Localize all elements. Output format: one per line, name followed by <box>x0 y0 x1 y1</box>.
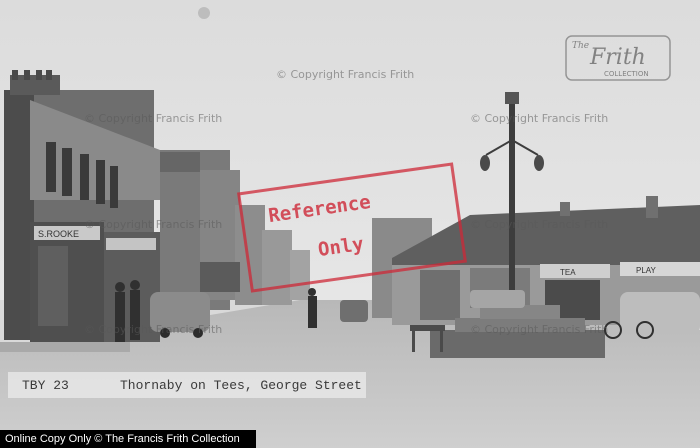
logo-collection: COLLECTION <box>604 70 649 78</box>
copyright-watermark: © Copyright Francis Frith <box>470 323 609 336</box>
copyright-watermark: © Copyright Francis Frith <box>84 112 223 125</box>
shop-sign-right-1: TEA <box>560 268 576 277</box>
photo-reference: TBY 23 <box>22 378 69 393</box>
online-copy-footer: Online Copy Only © The Francis Frith Col… <box>0 430 256 448</box>
copyright-watermark: © Copyright Francis Frith <box>470 218 609 231</box>
shop-sign-left: S.ROOKE <box>38 229 79 239</box>
copyright-watermark: © Copyright Francis Frith <box>470 112 609 125</box>
left-pavement <box>0 342 130 352</box>
frith-collection-logo: The Frith COLLECTION <box>565 35 671 81</box>
copyright-watermark: © Copyright Francis Frith <box>276 68 415 81</box>
shop-sign-right-2: PLAY <box>636 266 657 275</box>
copyright-watermark: © Copyright Francis Frith <box>84 218 223 231</box>
copyright-watermark: © Copyright Francis Frith <box>84 323 223 336</box>
logo-frith: Frith <box>589 45 646 70</box>
photo-caption: Thornaby on Tees, George Street <box>120 378 362 393</box>
logo-prefix: The <box>572 41 589 51</box>
